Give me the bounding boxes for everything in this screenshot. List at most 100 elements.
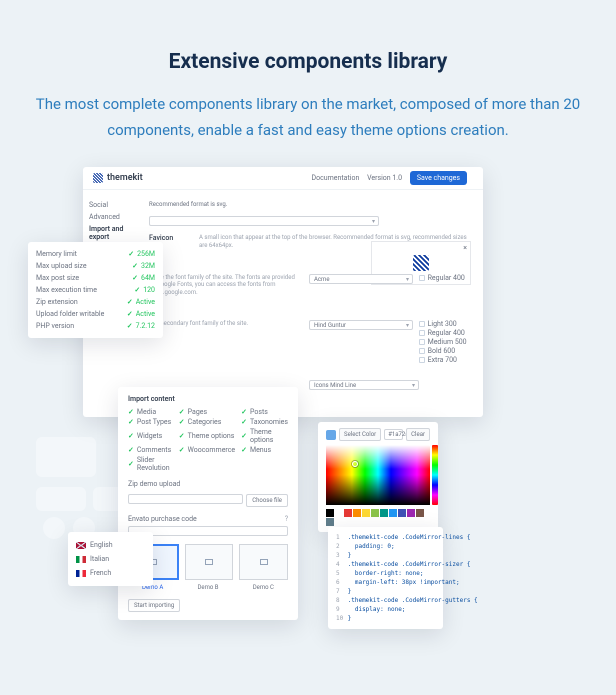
import-option[interactable]: ✓Categories (179, 418, 235, 426)
code-editor-panel[interactable]: 1 .themekit-code .CodeMirror-lines {2 pa… (328, 527, 443, 629)
swatch[interactable] (380, 509, 388, 517)
nav-version: Version 1.0 (367, 174, 402, 182)
color-picker-panel: Select Color #1a72ac Clear (318, 422, 438, 532)
font-a-select[interactable]: Acme (309, 274, 413, 284)
import-option[interactable]: ✓Taxonomies (241, 418, 288, 426)
picker-cursor-icon[interactable] (352, 461, 358, 467)
help-icon[interactable]: ? (285, 515, 288, 523)
weight-option[interactable]: Medium 500 (419, 338, 475, 346)
check-icon: ✓ (241, 418, 247, 426)
swatch[interactable] (362, 509, 370, 517)
bg-ghost (43, 517, 65, 539)
hex-input[interactable]: #1a72ac (384, 429, 403, 440)
checkbox-icon (419, 348, 425, 354)
select-color-button[interactable]: Select Color (339, 428, 381, 441)
iconset-select[interactable]: Icons Mind Line (309, 380, 419, 390)
clear-color-button[interactable]: Clear (406, 428, 430, 441)
favicon-label: Favicon (149, 234, 199, 242)
nav-documentation[interactable]: Documentation (312, 174, 360, 182)
preview-canvas: themekit Documentation Version 1.0 Save … (28, 167, 588, 667)
save-changes-button[interactable]: Save changes (410, 171, 467, 185)
check-icon: ✓ (241, 432, 247, 440)
weight-option[interactable]: Regular 400 (419, 329, 475, 337)
brand: themekit (93, 173, 143, 183)
swatch[interactable] (335, 509, 343, 517)
choose-file-button[interactable]: Choose file (246, 494, 288, 507)
sidebar-item-import-export[interactable]: Import and export (89, 223, 135, 243)
zip-file-input[interactable] (128, 494, 243, 504)
import-option[interactable]: ✓Post Types (128, 418, 173, 426)
favicon-icon (413, 255, 429, 271)
bg-ghost (36, 437, 96, 477)
weight-option[interactable]: Light 300 (419, 320, 475, 328)
weight-option[interactable]: Extra 700 (419, 356, 475, 364)
import-option[interactable]: ✓Comments (128, 446, 173, 454)
import-option[interactable]: ✓Theme options (179, 428, 235, 444)
recommended-format: Recommended format is svg. (149, 201, 475, 208)
start-import-button[interactable]: Start importing (128, 599, 180, 612)
import-option[interactable]: ✓Woocommerce (179, 446, 235, 454)
weight-option[interactable]: Bold 600 (419, 347, 475, 355)
demo-label-c: Demo C (239, 584, 288, 591)
swatch[interactable] (407, 509, 415, 517)
stat-row: Max upload size✓32M (36, 260, 155, 272)
code-line: 2 padding: 0; (336, 542, 435, 551)
flag-fr-icon (76, 570, 86, 577)
import-option[interactable]: ✓Slider Revolution (128, 456, 173, 472)
demo-label-b: Demo B (183, 584, 232, 591)
code-line: 9 display: none; (336, 605, 435, 614)
swatch[interactable] (389, 509, 397, 517)
close-icon[interactable]: × (463, 244, 467, 252)
checkbox-icon (419, 330, 425, 336)
import-option[interactable]: ✓Posts (241, 408, 288, 416)
demo-card-b[interactable] (185, 544, 234, 580)
code-line: 1 .themekit-code .CodeMirror-lines { (336, 533, 435, 542)
font-a-desc: Place the font family of the site. The f… (149, 274, 309, 297)
lang-french[interactable]: French (76, 566, 145, 580)
stat-row: PHP version✓7.2.12 (36, 320, 155, 332)
check-icon: ✓ (241, 446, 247, 454)
sidebar-item-advanced[interactable]: Advanced (89, 211, 135, 223)
zip-upload-label: Zip demo upload (128, 480, 288, 488)
swatch[interactable] (344, 509, 352, 517)
check-icon: ✓ (179, 418, 185, 426)
swatch[interactable] (326, 509, 334, 517)
code-line: 3 } (336, 551, 435, 560)
demo-card-c[interactable] (239, 544, 288, 580)
lang-italian[interactable]: Italian (76, 552, 145, 566)
stat-row: Max post size✓64M (36, 272, 155, 284)
import-option[interactable]: ✓Widgets (128, 428, 173, 444)
swatch[interactable] (416, 509, 424, 517)
import-option[interactable]: ✓Pages (179, 408, 235, 416)
font-b-desc: The secondary font family of the site. (149, 320, 309, 328)
swatch[interactable] (353, 509, 361, 517)
check-icon: ✓ (134, 286, 140, 294)
code-line: 6 margin-left: 38px !important; (336, 578, 435, 587)
check-icon: ✓ (128, 432, 134, 440)
check-icon: ✓ (241, 408, 247, 416)
current-color-swatch[interactable] (326, 430, 336, 440)
font-b-select[interactable]: Hind Guntur (309, 320, 413, 330)
check-icon: ✓ (132, 274, 138, 282)
sidebar-item-social[interactable]: Social (89, 199, 135, 211)
import-option[interactable]: ✓Theme options (241, 428, 288, 444)
swatch[interactable] (371, 509, 379, 517)
check-icon: ✓ (179, 408, 185, 416)
page-title: Extensive components library (28, 50, 588, 74)
import-option[interactable]: ✓Menus (241, 446, 288, 454)
check-icon: ✓ (128, 460, 134, 468)
flag-gb-icon (76, 542, 86, 549)
stat-row: Upload folder writable✓Active (36, 308, 155, 320)
code-line: 8 .themekit-code .CodeMirror-gutters { (336, 596, 435, 605)
hue-slider[interactable] (432, 445, 438, 505)
import-option[interactable]: ✓Media (128, 408, 173, 416)
stat-row: Memory limit✓256M (36, 248, 155, 260)
color-spectrum[interactable] (326, 445, 430, 505)
swatch[interactable] (326, 518, 334, 526)
checkbox-icon (419, 321, 425, 327)
dropdown-1[interactable] (149, 216, 379, 226)
lang-english[interactable]: English (76, 538, 145, 552)
swatch[interactable] (398, 509, 406, 517)
brand-logo-icon (93, 173, 103, 183)
stat-row: Zip extension✓Active (36, 296, 155, 308)
